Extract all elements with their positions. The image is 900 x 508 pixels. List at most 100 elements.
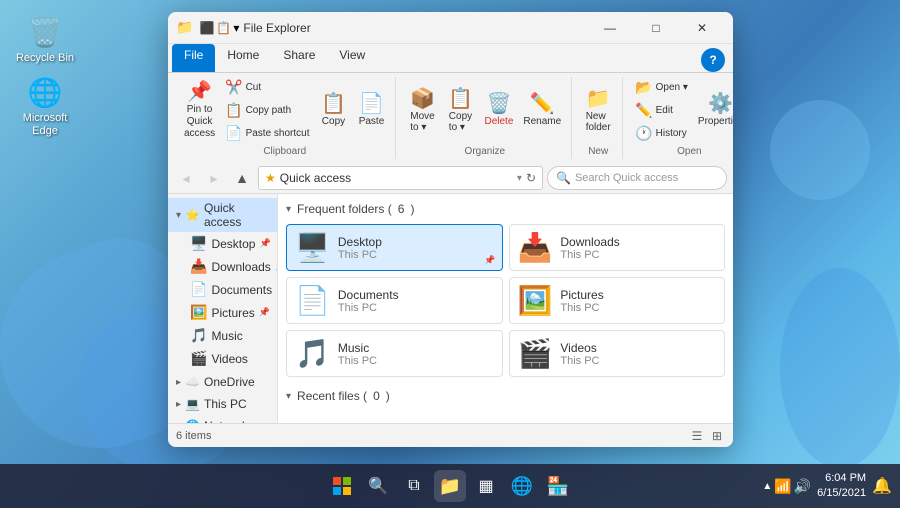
notification-icon[interactable]: 🔔 <box>872 476 892 496</box>
downloads-card-name: Downloads <box>560 235 619 249</box>
taskbar-store-btn[interactable]: 🏪 <box>542 470 574 502</box>
tab-file[interactable]: File <box>172 44 215 72</box>
win-minimize-btn[interactable]: — <box>587 12 633 44</box>
recent-chevron-icon[interactable]: ▾ <box>286 391 291 402</box>
taskbar-clock[interactable]: 6:04 PM 6/15/2021 <box>817 471 866 502</box>
forward-btn[interactable]: ▸ <box>202 166 226 190</box>
quick-access-folder-icon: ⭐ <box>185 208 200 222</box>
taskbar: 🔍 ⧉ 📁 ▦ 🌐 🏪 ▲ 📶 🔊 <box>0 464 900 508</box>
desktop-pin-icon: 📌 <box>259 238 270 249</box>
taskbar-widgets-btn[interactable]: ▦ <box>470 470 502 502</box>
sidebar-quick-access-section: ▾ ⭐ Quick access 🖥️ Desktop 📌 📥 Download… <box>168 198 277 370</box>
move-to-btn[interactable]: 📦 Moveto ▾ <box>404 87 440 135</box>
titlebar-folder-icon: 📁 <box>176 19 193 36</box>
folder-card-desktop[interactable]: 🖥️ Desktop This PC 📌 <box>286 224 503 271</box>
sidebar-item-desktop[interactable]: 🖥️ Desktop 📌 <box>168 232 277 255</box>
sidebar-quick-access-header[interactable]: ▾ ⭐ Quick access <box>168 198 277 232</box>
win-close-btn[interactable]: ✕ <box>679 12 725 44</box>
recycle-bin-icon[interactable]: 🗑️ Recycle Bin <box>10 10 80 69</box>
music-card-sub: This PC <box>338 355 377 367</box>
taskbar-right: ▲ 📶 🔊 6:04 PM 6/15/2021 🔔 <box>762 471 892 502</box>
network-tray-icon[interactable]: 📶 <box>774 478 791 495</box>
list-view-btn[interactable]: ☰ <box>689 428 705 444</box>
history-btn[interactable]: 🕐 History <box>631 123 692 144</box>
win-maximize-btn[interactable]: □ <box>633 12 679 44</box>
cut-btn[interactable]: ✂️ Cut <box>221 77 313 98</box>
ribbon-group-clipboard: 📌 Pin to Quickaccess ✂️ Cut 📋 Copy path <box>174 77 396 159</box>
grid-view-btn[interactable]: ⊞ <box>709 428 725 444</box>
pictures-card-sub: This PC <box>560 302 603 314</box>
sidebar-videos-label: Videos <box>211 352 247 366</box>
address-refresh-icon[interactable]: ↻ <box>526 171 536 185</box>
back-btn[interactable]: ◂ <box>174 166 198 190</box>
paste-shortcut-btn[interactable]: 📄 Paste shortcut <box>221 123 313 144</box>
videos-card-icon: 🎬 <box>518 337 553 370</box>
edge-icon[interactable]: 🌐 Microsoft Edge <box>10 70 80 142</box>
qat-icon1[interactable]: ⬛ <box>199 21 214 35</box>
delete-btn[interactable]: 🗑️ Delete <box>480 92 517 129</box>
sidebar-item-downloads[interactable]: 📥 Downloads 📌 <box>168 255 277 278</box>
taskbar-fileexplorer-btn[interactable]: 📁 <box>434 470 466 502</box>
tab-home[interactable]: Home <box>215 44 271 72</box>
taskbar-date: 6/15/2021 <box>817 486 866 501</box>
taskview-icon: ⧉ <box>408 477 419 495</box>
status-items-count: 6 items <box>176 430 211 442</box>
sidebar-item-documents[interactable]: 📄 Documents 📌 <box>168 278 277 301</box>
start-btn[interactable] <box>326 470 358 502</box>
folder-card-pictures[interactable]: 🖼️ Pictures This PC <box>509 277 726 324</box>
copy-to-btn[interactable]: 📋 Copyto ▾ <box>442 87 478 135</box>
taskbar-center: 🔍 ⧉ 📁 ▦ 🌐 🏪 <box>326 470 574 502</box>
sidebar-quick-access-label: Quick access <box>204 201 269 229</box>
copy-path-btn[interactable]: 📋 Copy path <box>221 100 313 121</box>
open-btn[interactable]: 📂 Open ▾ <box>631 77 692 98</box>
properties-btn[interactable]: ⚙️ Properties <box>694 92 733 129</box>
taskbar-taskview-btn[interactable]: ⧉ <box>398 470 430 502</box>
qat-icon2[interactable]: 📋 <box>216 21 231 35</box>
qat-icon3[interactable]: ▾ <box>233 21 239 35</box>
titlebar: 📁 ⬛ 📋 ▾ File Explorer — □ ✕ <box>168 12 733 44</box>
sidebar-thispc-chevron-icon: ▸ <box>176 399 181 410</box>
folder-card-downloads[interactable]: 📥 Downloads This PC <box>509 224 726 271</box>
sidebar-onedrive-header[interactable]: ▸ ☁️ OneDrive <box>168 372 277 392</box>
desktop-card-name: Desktop <box>338 235 382 249</box>
sidebar-chevron-down-icon: ▾ <box>176 210 181 221</box>
main-content: ▾ ⭐ Quick access 🖥️ Desktop 📌 📥 Download… <box>168 194 733 423</box>
taskbar-edge-btn[interactable]: 🌐 <box>506 470 538 502</box>
sidebar-item-videos[interactable]: 🎬 Videos <box>168 347 277 370</box>
pictures-pin-icon: 📌 <box>259 307 270 318</box>
tab-share[interactable]: Share <box>271 44 327 72</box>
search-bar[interactable]: 🔍 Search Quick access <box>547 166 727 190</box>
sidebar-thispc-header[interactable]: ▸ 💻 This PC <box>168 394 277 414</box>
address-bar[interactable]: ★ Quick access ▾ ↻ <box>258 166 543 190</box>
edit-btn[interactable]: ✏️ Edit <box>631 100 692 121</box>
sidebar-item-music[interactable]: 🎵 Music <box>168 324 277 347</box>
desktop-card-pin-icon: 📌 <box>484 255 495 266</box>
documents-card-name: Documents <box>338 288 399 302</box>
pin-to-quick-access-btn[interactable]: 📌 Pin to Quickaccess <box>180 80 219 142</box>
frequent-chevron-icon[interactable]: ▾ <box>286 204 291 215</box>
folder-card-music[interactable]: 🎵 Music This PC <box>286 330 503 377</box>
sidebar-downloads-label: Downloads <box>211 260 270 274</box>
new-folder-btn[interactable]: 📁 Newfolder <box>580 87 616 135</box>
taskbar-store-icon: 🏪 <box>547 476 569 497</box>
nav-bar: ◂ ▸ ▲ ★ Quick access ▾ ↻ 🔍 Search Quick … <box>168 163 733 194</box>
paste-btn[interactable]: 📄 Paste <box>353 92 389 129</box>
up-btn[interactable]: ▲ <box>230 166 254 190</box>
folder-card-documents[interactable]: 📄 Documents This PC <box>286 277 503 324</box>
videos-card-name: Videos <box>560 341 599 355</box>
help-btn[interactable]: ? <box>701 48 725 72</box>
chevron-icon[interactable]: ▲ <box>762 481 772 492</box>
copy-btn[interactable]: 📋 Copy <box>315 92 351 129</box>
pictures-folder-icon: 🖼️ <box>190 304 207 321</box>
volume-icon[interactable]: 🔊 <box>794 478 811 495</box>
desktop: 🗑️ Recycle Bin 🌐 Microsoft Edge 📁 ⬛ 📋 ▾ … <box>0 0 900 508</box>
folder-card-videos[interactable]: 🎬 Videos This PC <box>509 330 726 377</box>
rename-btn[interactable]: ✏️ Rename <box>519 92 565 129</box>
frequent-folders-header: ▾ Frequent folders (6) <box>286 202 725 216</box>
tab-view[interactable]: View <box>327 44 377 72</box>
sidebar-network-header[interactable]: ▸ 🌐 Network <box>168 416 277 423</box>
ribbon-group-organize: 📦 Moveto ▾ 📋 Copyto ▾ 🗑️ Delete ✏️ <box>398 77 572 159</box>
taskbar-search-btn[interactable]: 🔍 <box>362 470 394 502</box>
thispc-icon: 💻 <box>185 397 200 411</box>
sidebar-item-pictures[interactable]: 🖼️ Pictures 📌 <box>168 301 277 324</box>
